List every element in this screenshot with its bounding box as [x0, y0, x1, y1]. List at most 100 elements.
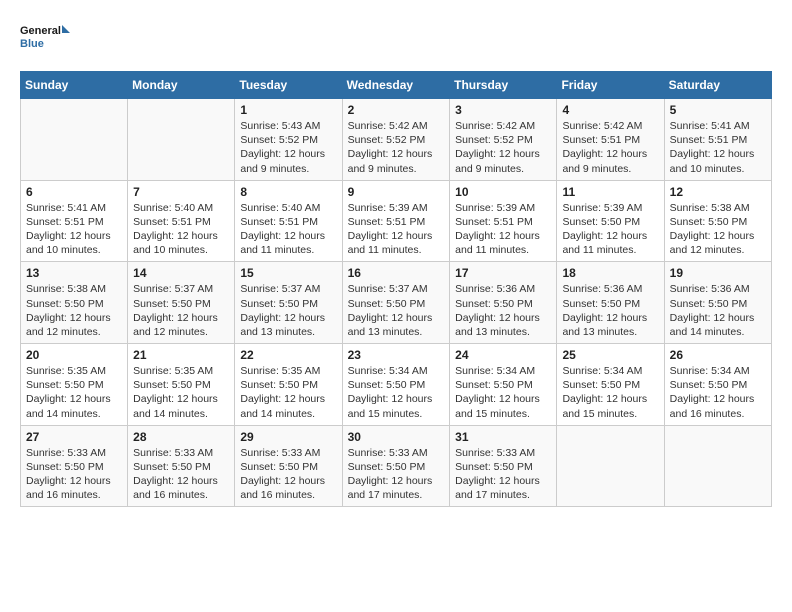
day-info: Sunrise: 5:37 AM Sunset: 5:50 PM Dayligh… — [348, 282, 445, 339]
calendar-cell: 22Sunrise: 5:35 AM Sunset: 5:50 PM Dayli… — [235, 344, 342, 426]
calendar-cell: 3 Sunrise: 5:42 AM Sunset: 5:52 PM Daylig… — [450, 99, 557, 181]
calendar-table: SundayMondayTuesdayWednesdayThursdayFrid… — [20, 71, 772, 507]
day-number: 1 — [240, 103, 336, 117]
day-number: 12 — [670, 185, 766, 199]
day-number: 9 — [348, 185, 445, 199]
day-info: Sunrise: 5:39 AM Sunset: 5:50 PM Dayligh… — [562, 201, 658, 258]
calendar-cell: 24 Sunrise: 5:34 AM Sunset: 5:50 PM Dayli… — [450, 344, 557, 426]
calendar-cell: 20 Sunrise: 5:35 AM Sunset: 5:50 PM Dayli… — [21, 344, 128, 426]
day-info: Sunrise: 5:35 AM Sunset: 5:50 PM Dayligh… — [240, 364, 336, 421]
calendar-cell: 23 Sunrise: 5:34 AM Sunset: 5:50 PM Dayli… — [342, 344, 450, 426]
calendar-cell: 28Sunrise: 5:33 AM Sunset: 5:50 PM Dayli… — [128, 425, 235, 507]
day-number: 4 — [562, 103, 658, 117]
day-info: Sunrise: 5:33 AM Sunset: 5:50 PM Dayligh… — [240, 446, 336, 503]
day-info: Sunrise: 5:36 AM Sunset: 5:50 PM Dayligh… — [670, 282, 766, 339]
day-info: Sunrise: 5:35 AM Sunset: 5:50 PM Dayligh… — [133, 364, 229, 421]
day-number: 20 — [26, 348, 122, 362]
calendar-cell: 27Sunrise: 5:33 AM Sunset: 5:50 PM Dayli… — [21, 425, 128, 507]
day-number: 14 — [133, 266, 229, 280]
calendar-week-row: 20 Sunrise: 5:35 AM Sunset: 5:50 PM Dayli… — [21, 344, 772, 426]
calendar-cell — [557, 425, 664, 507]
day-info: Sunrise: 5:42 AM Sunset: 5:52 PM Dayligh… — [455, 119, 551, 176]
day-number: 13 — [26, 266, 122, 280]
calendar-cell: 10 Sunrise: 5:39 AM Sunset: 5:51 PM Dayli… — [450, 180, 557, 262]
day-number: 15 — [240, 266, 336, 280]
day-number: 27 — [26, 430, 122, 444]
svg-text:General: General — [20, 25, 61, 37]
day-number: 7 — [133, 185, 229, 199]
calendar-cell: 2 Sunrise: 5:42 AM Sunset: 5:52 PM Daylig… — [342, 99, 450, 181]
calendar-week-row: 6Sunrise: 5:41 AM Sunset: 5:51 PM Daylig… — [21, 180, 772, 262]
calendar-week-row: 27 Sunrise: 5:33 AM Sunset: 5:50 PM Dayli… — [21, 425, 772, 507]
logo-svg: General Blue — [20, 20, 70, 55]
day-number: 25 — [562, 348, 658, 362]
logo: General Blue — [20, 20, 70, 55]
calendar-cell: 6Sunrise: 5:41 AM Sunset: 5:51 PM Daylig… — [21, 180, 128, 262]
day-info: Sunrise: 5:36 AM Sunset: 5:50 PM Dayligh… — [455, 282, 551, 339]
calendar-cell: 11 Sunrise: 5:39 AM Sunset: 5:50 PM Dayli… — [557, 180, 664, 262]
calendar-cell: 12 Sunrise: 5:38 AM Sunset: 5:50 PM Dayli… — [664, 180, 771, 262]
calendar-cell: 29 Sunrise: 5:33 AM Sunset: 5:50 PM Dayli… — [235, 425, 342, 507]
calendar-cell — [21, 99, 128, 181]
day-number: 21 — [133, 348, 229, 362]
day-info: Sunrise: 5:33 AM Sunset: 5:50 PM Dayligh… — [455, 446, 551, 503]
column-header-thursday: Thursday — [450, 72, 557, 99]
calendar-cell: 9 Sunrise: 5:39 AM Sunset: 5:51 PM Daylig… — [342, 180, 450, 262]
calendar-cell: 18 Sunrise: 5:36 AM Sunset: 5:50 PM Dayli… — [557, 262, 664, 344]
day-info: Sunrise: 5:34 AM Sunset: 5:50 PM Dayligh… — [348, 364, 445, 421]
calendar-cell: 25Sunrise: 5:34 AM Sunset: 5:50 PM Dayli… — [557, 344, 664, 426]
day-info: Sunrise: 5:43 AM Sunset: 5:52 PM Dayligh… — [240, 119, 336, 176]
calendar-cell — [664, 425, 771, 507]
calendar-cell: 5Sunrise: 5:41 AM Sunset: 5:51 PM Daylig… — [664, 99, 771, 181]
calendar-cell: 30Sunrise: 5:33 AM Sunset: 5:50 PM Dayli… — [342, 425, 450, 507]
column-header-sunday: Sunday — [21, 72, 128, 99]
day-number: 3 — [455, 103, 551, 117]
column-header-tuesday: Tuesday — [235, 72, 342, 99]
day-number: 8 — [240, 185, 336, 199]
day-info: Sunrise: 5:34 AM Sunset: 5:50 PM Dayligh… — [670, 364, 766, 421]
column-header-monday: Monday — [128, 72, 235, 99]
day-info: Sunrise: 5:34 AM Sunset: 5:50 PM Dayligh… — [455, 364, 551, 421]
day-number: 18 — [562, 266, 658, 280]
day-info: Sunrise: 5:39 AM Sunset: 5:51 PM Dayligh… — [455, 201, 551, 258]
day-number: 31 — [455, 430, 551, 444]
day-number: 23 — [348, 348, 445, 362]
day-number: 28 — [133, 430, 229, 444]
day-info: Sunrise: 5:36 AM Sunset: 5:50 PM Dayligh… — [562, 282, 658, 339]
calendar-cell: 16 Sunrise: 5:37 AM Sunset: 5:50 PM Dayli… — [342, 262, 450, 344]
day-number: 26 — [670, 348, 766, 362]
calendar-cell: 19 Sunrise: 5:36 AM Sunset: 5:50 PM Dayli… — [664, 262, 771, 344]
day-info: Sunrise: 5:42 AM Sunset: 5:51 PM Dayligh… — [562, 119, 658, 176]
day-number: 2 — [348, 103, 445, 117]
day-info: Sunrise: 5:35 AM Sunset: 5:50 PM Dayligh… — [26, 364, 122, 421]
day-number: 30 — [348, 430, 445, 444]
day-info: Sunrise: 5:38 AM Sunset: 5:50 PM Dayligh… — [26, 282, 122, 339]
day-info: Sunrise: 5:39 AM Sunset: 5:51 PM Dayligh… — [348, 201, 445, 258]
day-info: Sunrise: 5:42 AM Sunset: 5:52 PM Dayligh… — [348, 119, 445, 176]
calendar-week-row: 1 Sunrise: 5:43 AM Sunset: 5:52 PM Daylig… — [21, 99, 772, 181]
calendar-cell: 31 Sunrise: 5:33 AM Sunset: 5:50 PM Dayli… — [450, 425, 557, 507]
calendar-cell: 17 Sunrise: 5:36 AM Sunset: 5:50 PM Dayli… — [450, 262, 557, 344]
calendar-cell — [128, 99, 235, 181]
day-info: Sunrise: 5:40 AM Sunset: 5:51 PM Dayligh… — [133, 201, 229, 258]
calendar-cell: 15 Sunrise: 5:37 AM Sunset: 5:50 PM Dayli… — [235, 262, 342, 344]
day-info: Sunrise: 5:41 AM Sunset: 5:51 PM Dayligh… — [670, 119, 766, 176]
page-header: General Blue — [20, 20, 772, 55]
day-number: 24 — [455, 348, 551, 362]
day-number: 16 — [348, 266, 445, 280]
column-header-wednesday: Wednesday — [342, 72, 450, 99]
calendar-cell: 4 Sunrise: 5:42 AM Sunset: 5:51 PM Daylig… — [557, 99, 664, 181]
day-info: Sunrise: 5:38 AM Sunset: 5:50 PM Dayligh… — [670, 201, 766, 258]
calendar-cell: 8 Sunrise: 5:40 AM Sunset: 5:51 PM Daylig… — [235, 180, 342, 262]
day-info: Sunrise: 5:37 AM Sunset: 5:50 PM Dayligh… — [133, 282, 229, 339]
day-number: 10 — [455, 185, 551, 199]
day-info: Sunrise: 5:40 AM Sunset: 5:51 PM Dayligh… — [240, 201, 336, 258]
column-header-saturday: Saturday — [664, 72, 771, 99]
day-number: 29 — [240, 430, 336, 444]
day-info: Sunrise: 5:37 AM Sunset: 5:50 PM Dayligh… — [240, 282, 336, 339]
calendar-cell: 21 Sunrise: 5:35 AM Sunset: 5:50 PM Dayli… — [128, 344, 235, 426]
day-number: 19 — [670, 266, 766, 280]
day-number: 6 — [26, 185, 122, 199]
day-number: 17 — [455, 266, 551, 280]
day-number: 11 — [562, 185, 658, 199]
